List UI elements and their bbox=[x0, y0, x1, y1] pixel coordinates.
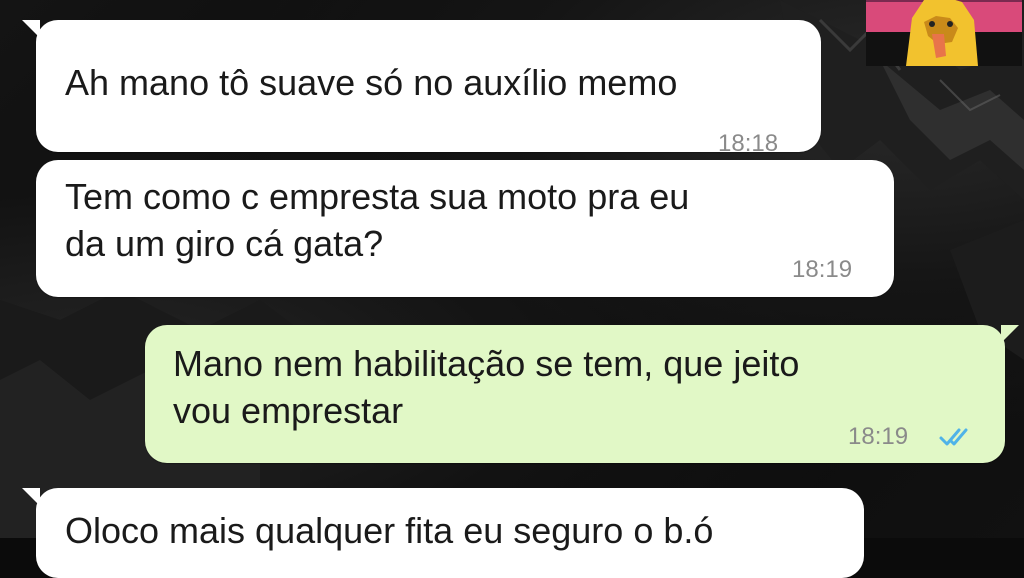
message-text: Ah mano tô suave só no auxílio memo bbox=[65, 62, 678, 103]
bubble-tail bbox=[22, 488, 40, 506]
message-timestamp: 18:18 bbox=[718, 130, 779, 157]
incoming-message-bubble[interactable]: Ah mano tô suave só no auxílio memo 18:1… bbox=[22, 20, 821, 157]
message-text: da um giro cá gata? bbox=[65, 223, 384, 264]
message-timestamp: 18:19 bbox=[848, 423, 909, 450]
message-timestamp: 18:19 bbox=[792, 256, 853, 283]
outgoing-message-bubble[interactable]: Mano nem habilitação se tem, que jeito v… bbox=[145, 325, 1019, 463]
incoming-message-bubble[interactable]: Oloco mais qualquer fita eu seguro o b.ó bbox=[22, 488, 864, 578]
double-check-icon bbox=[939, 428, 968, 446]
message-text: vou emprestar bbox=[173, 390, 404, 431]
message-text: Oloco mais qualquer fita eu seguro o b.ó bbox=[65, 510, 714, 551]
message-text: Tem como c empresta sua moto pra eu bbox=[65, 176, 690, 217]
bubble-tail bbox=[1001, 325, 1019, 343]
incoming-message-bubble[interactable]: Tem como c empresta sua moto pra eu da u… bbox=[36, 160, 894, 297]
bubble-tail bbox=[22, 20, 40, 38]
message-text: Mano nem habilitação se tem, que jeito bbox=[173, 343, 800, 384]
profile-avatar[interactable] bbox=[866, 0, 1022, 66]
